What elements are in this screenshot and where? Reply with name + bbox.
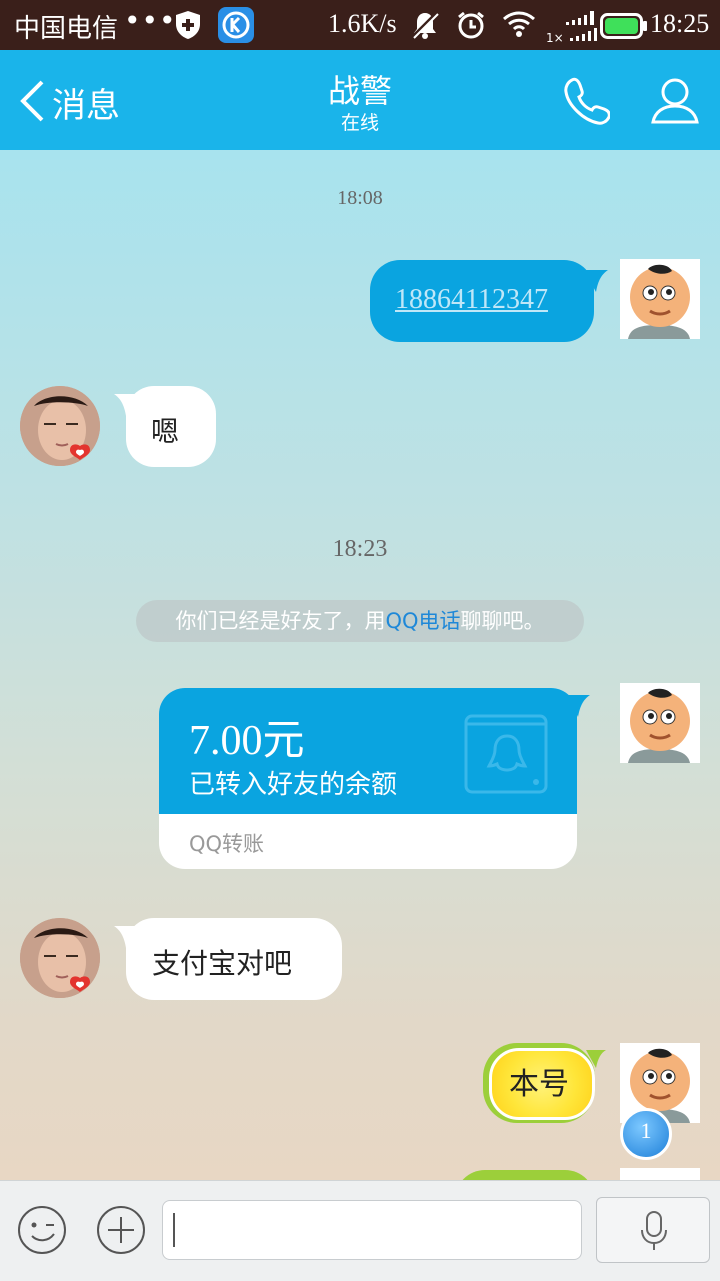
my-avatar[interactable]: [620, 683, 700, 763]
mute-icon: [410, 10, 440, 47]
plus-icon[interactable]: [96, 1205, 146, 1259]
phone-number-bubble[interactable]: 18864112347: [370, 260, 594, 342]
system-message-prefix: 你们已经是好友了，用: [175, 609, 386, 633]
notification-dots: •••: [124, 4, 177, 37]
timestamp: 18:23: [332, 536, 388, 562]
transfer-description: 已转入好友的余额: [189, 770, 398, 800]
my-avatar-partial: [620, 1168, 700, 1180]
friend-message-bubble[interactable]: 嗯: [126, 386, 216, 467]
transfer-label: QQ转账: [189, 832, 265, 856]
contact-profile-icon[interactable]: [650, 76, 700, 130]
phone-icon[interactable]: [562, 76, 611, 130]
bubble-tail: [568, 695, 590, 717]
chevron-left-icon: [18, 79, 46, 127]
message-input[interactable]: [162, 1200, 582, 1260]
transfer-card[interactable]: 7.00元 已转入好友的余额 QQ转账: [159, 688, 577, 869]
lemon-bubble[interactable]: 本号: [483, 1043, 595, 1123]
chat-header: 消息 战警 在线: [0, 50, 720, 150]
emoji-icon[interactable]: [17, 1205, 67, 1259]
back-label: 消息: [52, 86, 120, 126]
unread-badge[interactable]: 1: [620, 1108, 672, 1160]
message-text: 支付宝对吧: [152, 947, 293, 980]
my-avatar[interactable]: [620, 259, 700, 339]
status-bar: 中国电信 ••• 1.6K/s 1× 18:25: [0, 0, 720, 50]
friend-avatar[interactable]: [20, 918, 100, 998]
transfer-header: 7.00元 已转入好友的余额: [159, 688, 577, 814]
text-cursor: [173, 1213, 175, 1247]
timestamp: 18:08: [337, 187, 383, 209]
k-app-icon: [218, 7, 254, 43]
contact-name: 战警: [327, 72, 392, 110]
transfer-amount: 7.00元: [189, 718, 305, 764]
online-status: 在线: [340, 112, 379, 134]
microphone-icon: [639, 1210, 669, 1256]
qq-wallet-icon: [464, 708, 550, 798]
net-speed: 1.6K/s: [328, 9, 397, 38]
system-message: 你们已经是好友了，用QQ电话聊聊吧。: [136, 600, 584, 642]
input-bar: [0, 1180, 720, 1281]
phone-number-link[interactable]: 18864112347: [395, 284, 548, 316]
qq-call-link[interactable]: QQ电话: [385, 609, 460, 633]
shield-icon: [174, 10, 202, 47]
friend-message-bubble[interactable]: 支付宝对吧: [126, 918, 342, 1000]
wifi-icon: [502, 10, 536, 45]
friend-avatar[interactable]: [20, 386, 100, 466]
alarm-icon: [456, 10, 486, 47]
signal-label: 1×: [546, 31, 564, 42]
bubble-tail: [586, 1050, 606, 1068]
bubble-tail: [584, 270, 608, 292]
system-message-suffix: 聊聊吧。: [460, 609, 545, 633]
lemon-bubble-partial: [455, 1170, 595, 1180]
message-text: 本号: [509, 1067, 569, 1102]
battery-icon: [600, 13, 648, 46]
back-button[interactable]: 消息: [18, 78, 120, 127]
signal-icon: 1×: [546, 8, 598, 49]
chat-area[interactable]: 18:08 18864112347 嗯 18:23 你们已经是好友了，用QQ电话…: [0, 150, 720, 1180]
message-text: 嗯: [151, 415, 180, 448]
clock: 18:25: [650, 9, 710, 38]
voice-button[interactable]: [596, 1197, 710, 1263]
carrier-label: 中国电信: [14, 14, 119, 44]
